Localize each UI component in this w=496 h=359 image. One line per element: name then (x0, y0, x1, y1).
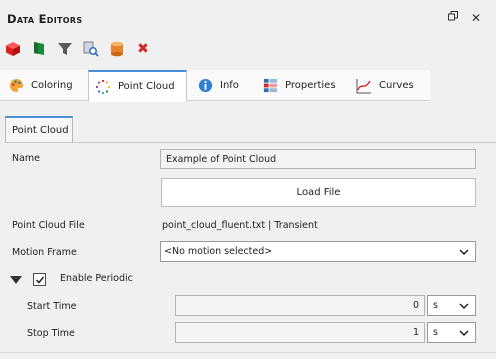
tab-label: Coloring (31, 80, 73, 91)
green-flag-icon[interactable] (30, 40, 48, 58)
start-time-input[interactable]: 0 (175, 295, 425, 316)
tab-label: Point Cloud (118, 81, 175, 92)
motion-frame-select[interactable]: <No motion selected> (160, 241, 476, 262)
delete-x-icon[interactable]: ✖ (134, 40, 152, 58)
info-icon (197, 78, 213, 94)
motion-frame-value: <No motion selected> (164, 246, 273, 257)
restore-icon[interactable] (448, 11, 458, 24)
stop-time-unit-select[interactable]: s (427, 322, 476, 343)
point-cloud-file-label: Point Cloud File (12, 220, 85, 231)
toolbar: ✖ (0, 38, 496, 60)
stop-time-unit: s (433, 327, 438, 338)
enable-periodic-label: Enable Periodic (60, 273, 133, 284)
window-title: Data Editors (7, 12, 83, 26)
title-bar: Data Editors ✕ (0, 0, 496, 36)
start-time-unit-select[interactable]: s (427, 295, 476, 316)
tab-bar: Coloring Point Cloud Info Properties Cur… (0, 70, 430, 102)
stop-time-input[interactable]: 1 (175, 322, 425, 343)
tab-label: Info (220, 80, 239, 91)
load-file-label: Load File (296, 187, 341, 198)
subtab-point-cloud[interactable]: Point Cloud (5, 116, 73, 143)
point-cloud-icon (95, 79, 111, 95)
start-time-value: 0 (412, 300, 419, 311)
search-document-icon[interactable] (82, 40, 100, 58)
name-label: Name (12, 153, 41, 164)
chevron-down-icon (458, 300, 470, 312)
chevron-down-icon (458, 246, 470, 258)
funnel-icon[interactable] (56, 40, 74, 58)
subtab-label: Point Cloud (12, 125, 69, 136)
database-icon[interactable] (108, 40, 126, 58)
bottom-divider (0, 352, 496, 353)
point-cloud-file-value: point_cloud_fluent.txt | Transient (162, 220, 318, 231)
chevron-down-icon (458, 327, 470, 339)
palette-icon (8, 78, 24, 94)
close-icon[interactable]: ✕ (471, 11, 481, 25)
name-field[interactable]: Example of Point Cloud (160, 149, 476, 169)
stop-time-label: Stop Time (27, 328, 75, 339)
load-file-button[interactable]: Load File (161, 178, 476, 207)
stop-time-value: 1 (412, 327, 419, 338)
red-cube-icon[interactable] (4, 40, 22, 58)
tab-curves[interactable]: Curves (356, 70, 414, 101)
curves-icon (356, 78, 372, 94)
tab-coloring[interactable]: Coloring (8, 70, 73, 101)
start-time-unit: s (433, 300, 438, 311)
subtab-divider (5, 142, 496, 143)
tab-properties[interactable]: Properties (262, 70, 336, 101)
start-time-label: Start Time (27, 301, 77, 312)
tab-point-cloud[interactable]: Point Cloud (88, 70, 187, 102)
properties-icon (262, 78, 278, 94)
motion-frame-label: Motion Frame (12, 247, 77, 258)
checkmark-icon (35, 276, 44, 284)
tab-label: Curves (379, 80, 414, 91)
tab-label: Properties (285, 80, 336, 91)
enable-periodic-checkbox[interactable] (33, 273, 46, 286)
collapse-triangle-icon[interactable] (10, 275, 22, 288)
name-value: Example of Point Cloud (166, 153, 277, 165)
tab-info[interactable]: Info (197, 70, 239, 101)
